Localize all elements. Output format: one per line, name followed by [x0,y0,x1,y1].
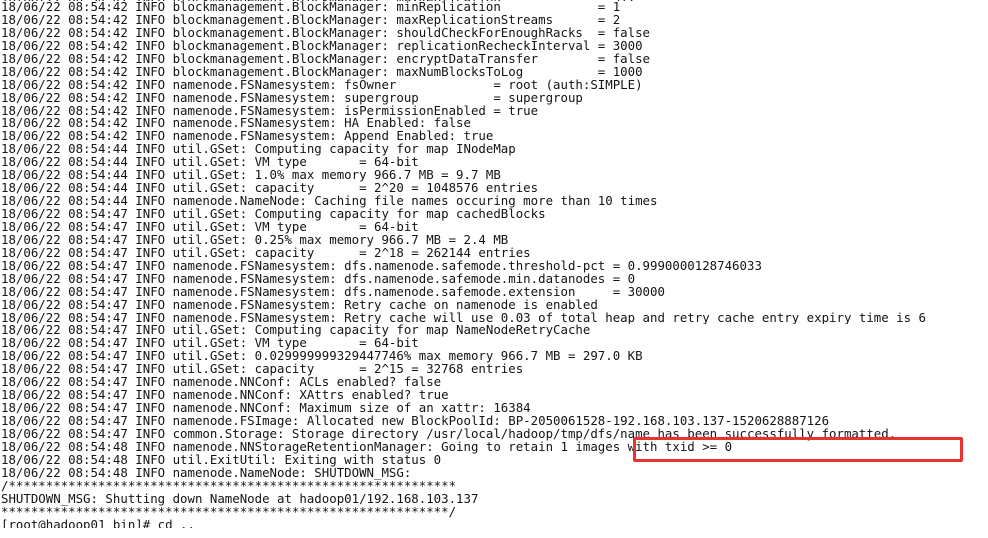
log-line: 18/06/22 08:54:47 INFO namenode.NNConf: … [1,376,442,390]
log-line: 18/06/22 08:54:42 INFO blockmanagement.B… [1,52,651,66]
log-line: 18/06/22 08:54:47 INFO util.GSet: Comput… [1,324,591,338]
log-line: 18/06/22 08:54:42 INFO namenode.FSNamesy… [1,130,494,144]
log-line: 18/06/22 08:54:44 INFO util.GSet: Comput… [1,143,516,157]
log-line: 18/06/22 08:54:44 INFO util.GSet: 1.0% m… [1,169,501,183]
terminal-output-pane[interactable]: 18/06/22 08:54:42 INFO blockmanagement.B… [0,0,988,538]
log-line: 18/06/22 08:54:47 INFO namenode.NNConf: … [1,389,449,403]
log-line: ****************************************… [1,505,457,519]
log-line: 18/06/22 08:54:42 INFO blockmanagement.B… [1,39,643,53]
log-line: 18/06/22 08:54:42 INFO blockmanagement.B… [1,65,643,79]
log-line: 18/06/22 08:54:47 INFO util.GSet: VM typ… [1,337,419,351]
log-line: 18/06/22 08:54:42 INFO blockmanagement.B… [1,13,621,27]
log-line: 18/06/22 08:54:47 INFO util.GSet: 0.0299… [1,350,643,364]
log-line: 18/06/22 08:54:44 INFO util.GSet: capaci… [1,182,539,196]
log-line: 18/06/22 08:54:47 INFO namenode.FSNamesy… [1,259,762,273]
log-line: /***************************************… [1,479,457,493]
log-line: 18/06/22 08:54:42 INFO namenode.FSNamesy… [1,78,643,92]
log-line: 18/06/22 08:54:47 INFO namenode.NNConf: … [1,402,531,415]
log-line-list: 18/06/22 08:54:42 INFO blockmanagement.B… [0,0,988,528]
log-line: 18/06/22 08:54:42 INFO namenode.FSNamesy… [1,117,471,131]
log-line: 18/06/22 08:54:44 INFO namenode.NameNode… [1,195,658,208]
log-line: 18/06/22 08:54:42 INFO namenode.FSNamesy… [1,104,539,118]
log-line: 18/06/22 08:54:47 INFO namenode.FSNamesy… [1,311,927,325]
log-line: 18/06/22 08:54:47 INFO namenode.FSNamesy… [1,298,598,312]
log-line: 18/06/22 08:54:47 INFO util.GSet: VM typ… [1,220,419,234]
log-line: 18/06/22 08:54:42 INFO namenode.FSNamesy… [1,91,583,105]
log-line: 18/06/22 08:54:48 INFO namenode.NameNode… [1,466,412,480]
log-line: 18/06/22 08:54:44 INFO util.GSet: VM typ… [1,156,419,170]
log-line: 18/06/22 08:54:47 INFO util.GSet: capaci… [1,363,524,377]
log-line: 18/06/22 08:54:48 INFO namenode.NNStorag… [1,440,733,454]
log-line: 18/06/22 08:54:48 INFO util.ExitUtil: Ex… [1,453,442,467]
log-line: 18/06/22 08:54:47 INFO namenode.FSNamesy… [1,285,665,299]
log-line: 18/06/22 08:54:47 INFO util.GSet: capaci… [1,246,531,260]
log-line: 18/06/22 08:54:47 INFO common.Storage: S… [1,427,897,441]
log-line: 18/06/22 08:54:42 INFO blockmanagement.B… [1,26,651,40]
log-line: [root@hadoop01 bin]# cd .. [1,518,195,528]
log-line: 18/06/22 08:54:47 INFO util.GSet: 0.25% … [1,233,509,247]
log-line: 18/06/22 08:54:47 INFO util.GSet: Comput… [1,208,546,221]
log-line: SHUTDOWN_MSG: Shutting down NameNode at … [1,492,479,506]
log-line: 18/06/22 08:54:47 INFO namenode.FSImage:… [1,415,830,428]
log-line: 18/06/22 08:54:42 INFO blockmanagement.B… [1,1,621,14]
log-line: 18/06/22 08:54:47 INFO namenode.FSNamesy… [1,272,636,286]
